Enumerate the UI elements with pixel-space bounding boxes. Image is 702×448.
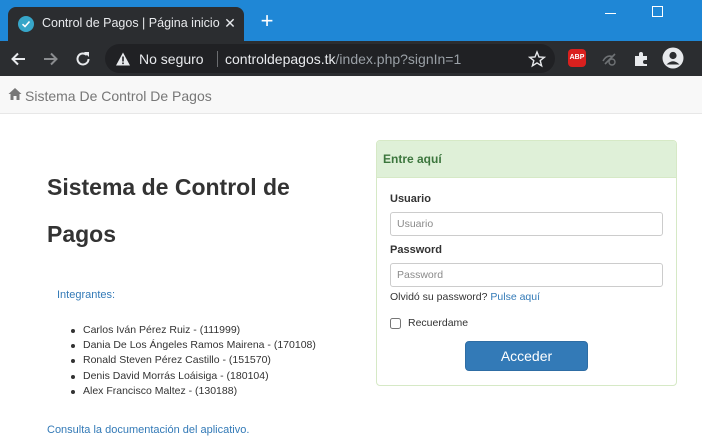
page-title: Sistema de Control de Pagos (47, 174, 290, 247)
remember-me-label[interactable]: Recuerdame (408, 317, 468, 329)
tab-title: Control de Pagos | Página inicio (42, 16, 220, 30)
checkmark-favicon-icon (18, 16, 34, 32)
member-item: Alex Francisco Maltez - (130188) (71, 384, 316, 399)
members-list: Carlos Iván Pérez Ruiz - (111999) Dania … (71, 323, 316, 399)
documentation-link[interactable]: Consulta la documentación del aplicativo… (47, 424, 249, 436)
username-input[interactable] (390, 212, 663, 236)
password-input[interactable] (390, 263, 663, 287)
url-domain: controldepagos.tk (225, 51, 336, 67)
username-label: Usuario (390, 193, 431, 205)
maximize-window-icon[interactable] (652, 6, 663, 17)
site-navbar: Sistema De Control De Pagos (0, 76, 702, 114)
login-panel: Entre aquí Usuario Password Olvidó su pa… (376, 140, 677, 386)
login-panel-heading: Entre aquí (377, 141, 676, 178)
reload-icon[interactable] (73, 49, 93, 69)
warning-triangle-icon[interactable] (115, 51, 131, 67)
back-arrow-icon[interactable] (9, 49, 29, 69)
login-submit-button[interactable]: Acceder (465, 341, 588, 371)
remember-me-checkbox[interactable] (390, 318, 401, 329)
browser-toolbar: No seguro controldepagos.tk/index.php?si… (0, 41, 702, 76)
login-heading-text: Entre aquí (383, 152, 442, 166)
forgot-password-row: Olvidó su password? Pulse aquí (390, 291, 540, 303)
bookmark-star-icon[interactable] (527, 50, 547, 68)
new-tab-button[interactable]: + (256, 10, 278, 32)
hidden-extension-icon[interactable] (600, 49, 620, 69)
tab-close-icon[interactable]: ✕ (222, 15, 238, 31)
adblock-extension-icon[interactable]: ABP (568, 49, 586, 67)
minimize-window-icon[interactable] (605, 7, 617, 19)
browser-tab-strip: Control de Pagos | Página inicio ✕ + (0, 0, 702, 41)
navbar-brand[interactable]: Sistema De Control De Pagos (25, 88, 212, 104)
member-item: Ronald Steven Pérez Castillo - (151570) (71, 353, 316, 368)
forward-arrow-icon[interactable] (40, 49, 60, 69)
address-bar[interactable]: No seguro controldepagos.tk/index.php?si… (105, 44, 555, 73)
url-path: /index.php?signIn=1 (335, 51, 462, 67)
forgot-password-link[interactable]: Pulse aquí (490, 291, 540, 303)
browser-tab[interactable]: Control de Pagos | Página inicio ✕ (8, 7, 244, 41)
home-icon[interactable] (8, 87, 22, 101)
extensions-puzzle-icon[interactable] (631, 49, 651, 69)
security-status-label[interactable]: No seguro (139, 51, 204, 67)
forgot-password-text: Olvidó su password? (390, 291, 488, 303)
address-separator (217, 51, 218, 67)
member-item: Carlos Iván Pérez Ruiz - (111999) (71, 323, 316, 338)
password-label: Password (390, 244, 442, 256)
members-label: Integrantes: (57, 289, 116, 301)
member-item: Dania De Los Ángeles Ramos Mairena - (17… (71, 338, 316, 353)
member-item: Denis David Morrás Loáisiga - (180104) (71, 369, 316, 384)
url-text[interactable]: controldepagos.tk/index.php?signIn=1 (225, 51, 461, 67)
profile-avatar-icon[interactable] (662, 47, 684, 69)
